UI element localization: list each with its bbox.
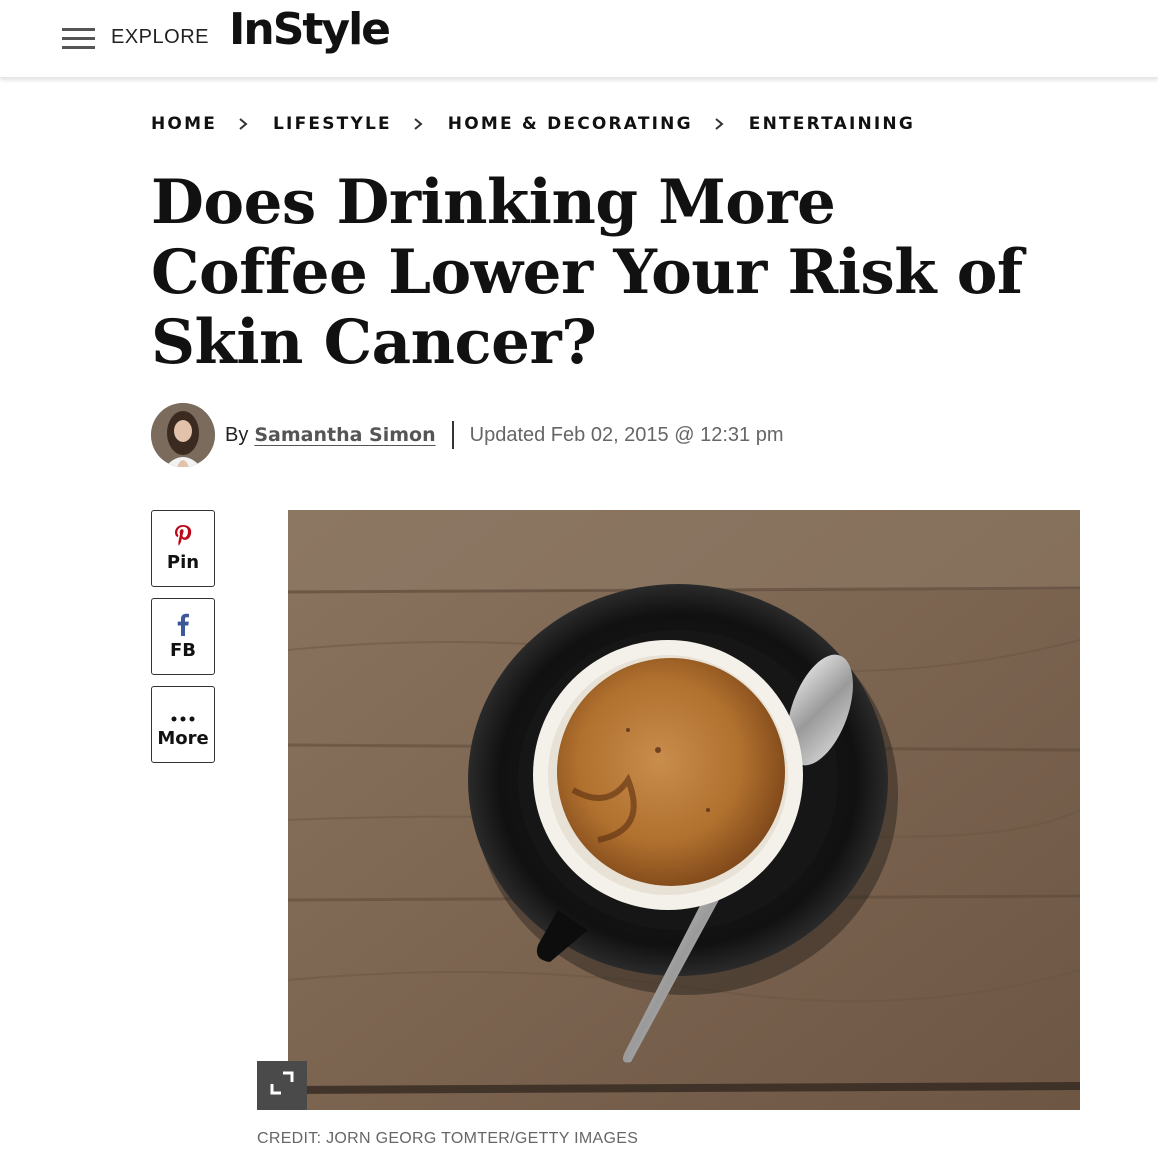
byline-prefix: By [225, 423, 249, 446]
updated-date: Updated Feb 02, 2015 @ 12:31 pm [469, 423, 784, 446]
breadcrumb: HOME LIFESTYLE HOME & DECORATING ENTERTA… [151, 114, 915, 134]
expand-icon [269, 1070, 295, 1101]
breadcrumb-home-decorating[interactable]: HOME & DECORATING [448, 114, 693, 134]
ellipsis-icon [170, 700, 196, 724]
facebook-label: FB [169, 640, 196, 661]
facebook-button[interactable]: FB [151, 598, 215, 675]
byline: By Samantha Simon Updated Feb 02, 2015 @… [151, 403, 783, 467]
more-share-button[interactable]: More [151, 686, 215, 763]
author-link[interactable]: Samantha Simon [254, 424, 435, 446]
chevron-right-icon [713, 118, 725, 130]
facebook-icon [176, 612, 190, 636]
expand-image-button[interactable] [257, 1061, 307, 1110]
pin-label: Pin [166, 552, 200, 573]
byline-divider [451, 421, 454, 449]
instyle-logo[interactable]: InStyle [229, 4, 391, 55]
article-hero-image [288, 510, 1080, 1110]
chevron-right-icon [412, 118, 424, 130]
article-title: Does Drinking More Coffee Lower Your Ris… [151, 167, 1023, 378]
explore-menu-link[interactable]: EXPLORE [111, 26, 209, 49]
image-credit: CREDIT: JORN GEORG TOMTER/GETTY IMAGES [257, 1130, 639, 1147]
pinterest-icon [173, 524, 193, 548]
hamburger-icon[interactable] [62, 28, 95, 49]
breadcrumb-home[interactable]: HOME [151, 114, 217, 134]
breadcrumb-entertaining[interactable]: ENTERTAINING [749, 114, 915, 134]
breadcrumb-lifestyle[interactable]: LIFESTYLE [273, 114, 392, 134]
more-label: More [157, 728, 209, 749]
pin-button[interactable]: Pin [151, 510, 215, 587]
site-header: EXPLORE InStyle [0, 0, 1158, 78]
chevron-right-icon [237, 118, 249, 130]
author-avatar[interactable] [151, 403, 215, 467]
